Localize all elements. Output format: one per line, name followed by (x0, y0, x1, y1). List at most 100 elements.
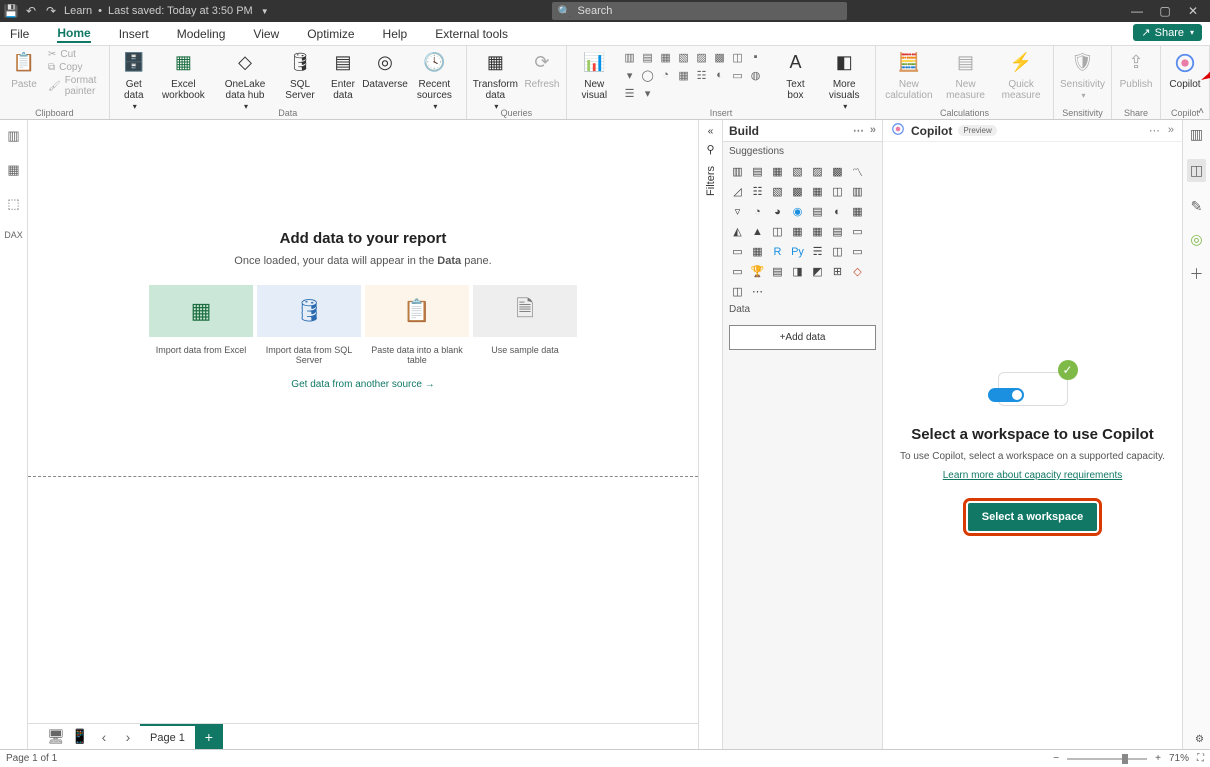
format-pane-icon[interactable]: ✎ (1191, 198, 1203, 215)
import-excel-card[interactable]: ▦ (149, 285, 253, 337)
copy-button: ⧉Copy (48, 62, 103, 73)
measure-icon: ▤ (951, 49, 981, 77)
expand-icon[interactable]: » (1168, 124, 1174, 137)
copilot-learn-more-link[interactable]: Learn more about capacity requirements (943, 470, 1123, 481)
brush-icon: 🖌 (48, 81, 61, 92)
data-pane-icon[interactable]: ▥ (1190, 126, 1203, 143)
redo-icon[interactable]: ↷ (44, 4, 58, 18)
refresh-icon: ⟳ (527, 49, 557, 77)
cut-button: ✂Cut (48, 49, 103, 60)
zoom-out-button[interactable]: − (1053, 753, 1059, 764)
excel-icon: ▦ (191, 298, 212, 324)
transform-data-button[interactable]: ▦Transform data▾ (473, 49, 518, 112)
new-visual-button[interactable]: 📊New visual (573, 49, 616, 101)
chevron-down-icon[interactable]: ▼ (261, 7, 269, 16)
prev-page-icon[interactable]: ‹ (92, 724, 116, 749)
page-tab-1[interactable]: Page 1 (140, 724, 195, 749)
menu-view[interactable]: View (253, 25, 279, 43)
canvas-subtitle: Once loaded, your data will appear in th… (234, 255, 491, 267)
collapse-icon[interactable]: « (708, 126, 714, 137)
copilot-illustration: ✓ (988, 360, 1078, 410)
format-painter-button: 🖌Format painter (48, 75, 103, 97)
zoom-slider[interactable] (1067, 758, 1147, 760)
sample-data-label: Use sample data (473, 345, 577, 365)
onelake-hub-button[interactable]: ◇OneLake data hub▾ (215, 49, 275, 112)
copilot-description: To use Copilot, select a workspace on a … (900, 451, 1165, 462)
model-view-icon[interactable]: ⬚ (7, 196, 19, 212)
annotation-arrow (1201, 40, 1210, 80)
search-placeholder: Search (578, 5, 613, 17)
suggestions-label: Suggestions (723, 142, 882, 161)
sample-data-card[interactable]: 🗎 (473, 285, 577, 337)
new-measure-button: ▤New measure (942, 49, 989, 101)
menu-optimize[interactable]: Optimize (307, 25, 354, 43)
dax-view-icon[interactable]: DAX (4, 230, 23, 240)
view-rail: ▥ ▦ ⬚ DAX (0, 120, 28, 749)
quick-icon: ⚡ (1006, 49, 1036, 77)
more-icon[interactable]: ⋯ (853, 124, 864, 137)
more-visuals-button[interactable]: ◧More visuals▾ (819, 49, 869, 112)
menu-help[interactable]: Help (383, 25, 408, 43)
collapse-ribbon-icon[interactable]: ˄ (1198, 106, 1204, 117)
undo-icon[interactable]: ↶ (24, 4, 38, 18)
paste-data-label: Paste data into a blank table (365, 345, 469, 365)
expand-icon[interactable]: » (870, 124, 876, 137)
copilot-pane-icon[interactable]: ◎ (1190, 231, 1202, 248)
refresh-button: ⟳Refresh (524, 49, 560, 90)
recent-sources-button[interactable]: 🕓Recent sources▾ (409, 49, 460, 112)
visual-picker[interactable]: ▥▤▦▧▨▩ 〽◿☷▧▩▦ ◫▥▿◔◕◉ ▤◐▦◭▲◫ ▦▦▤▭▭▦ RPy☴◫… (723, 161, 882, 302)
filters-rail[interactable]: « ⚲ Filters (698, 120, 722, 749)
paste-data-card[interactable]: 📋 (365, 285, 469, 337)
fit-page-icon[interactable]: ⛶ (1197, 753, 1204, 764)
menu-modeling[interactable]: Modeling (177, 25, 226, 43)
close-icon[interactable]: ✕ (1186, 4, 1200, 18)
copy-icon: ⧉ (48, 62, 55, 73)
dataverse-button[interactable]: ◎Dataverse (367, 49, 403, 90)
menu-insert[interactable]: Insert (119, 25, 149, 43)
last-saved: Last saved: Today at 3:50 PM (108, 5, 253, 17)
publish-icon: ⇪ (1121, 49, 1151, 77)
other-source-link[interactable]: Get data from another source → (291, 379, 434, 390)
copilot-ribbon-button[interactable]: Copilot (1167, 49, 1203, 90)
get-data-button[interactable]: 🗄️Get data▾ (116, 49, 152, 112)
visual-gallery[interactable]: ▥▤▦▧▨▩◫▪▾ ◯◔▦☷◐▭◍☰▾ (622, 49, 772, 101)
next-page-icon[interactable]: › (116, 724, 140, 749)
title-bar: 💾 ↶ ↷ Learn • Last saved: Today at 3:50 … (0, 0, 1210, 22)
save-icon[interactable]: 💾 (4, 4, 18, 18)
search-input[interactable]: 🔍 Search (552, 2, 847, 20)
add-pane-icon[interactable]: ＋ (1190, 264, 1204, 284)
menu-file[interactable]: File (10, 25, 29, 43)
share-button[interactable]: ↗ Share ▾ (1133, 24, 1202, 41)
shapes-icon: ◧ (829, 49, 859, 77)
paste-button: 📋 Paste (6, 49, 42, 90)
zoom-in-button[interactable]: + (1155, 753, 1161, 764)
settings-icon[interactable]: ⚙ (1195, 734, 1204, 745)
build-pane-icon[interactable]: ◫ (1187, 159, 1206, 182)
menu-external-tools[interactable]: External tools (435, 25, 508, 43)
add-data-button[interactable]: +Add data (729, 325, 876, 350)
menu-home[interactable]: Home (57, 24, 90, 43)
mobile-layout-icon[interactable]: 📱 (68, 724, 92, 749)
select-workspace-button[interactable]: Select a workspace (968, 503, 1098, 531)
table-view-icon[interactable]: ▦ (7, 162, 19, 178)
maximize-icon[interactable]: ▢ (1158, 4, 1172, 18)
database-icon: 🗄️ (119, 49, 149, 77)
text-box-button[interactable]: AText box (777, 49, 813, 101)
enter-data-button[interactable]: ▤Enter data (325, 49, 361, 101)
report-view-icon[interactable]: ▥ (7, 128, 19, 144)
sql-server-button[interactable]: 🛢SQL Server (281, 49, 319, 101)
import-sql-card[interactable]: 🛢 (257, 285, 361, 337)
desktop-layout-icon[interactable]: 🖥 (44, 724, 68, 749)
quick-measure-button: ⚡Quick measure (995, 49, 1047, 101)
search-icon: 🔍 (558, 5, 572, 18)
copilot-pane: Copilot Preview ⋯» ✓ Select a workspace … (882, 120, 1182, 749)
add-page-button[interactable]: + (195, 724, 223, 749)
data-section-label: Data (723, 302, 882, 317)
recent-icon: 🕓 (419, 49, 449, 77)
minimize-icon[interactable]: — (1130, 4, 1144, 18)
excel-workbook-button[interactable]: ▦Excel workbook (158, 49, 209, 101)
text-icon: A (780, 49, 810, 77)
more-icon[interactable]: ⋯ (1149, 124, 1160, 137)
filter-icon: ⚲ (706, 143, 714, 156)
page-tab-bar: 🖥 📱 ‹ › Page 1 + (28, 723, 698, 749)
